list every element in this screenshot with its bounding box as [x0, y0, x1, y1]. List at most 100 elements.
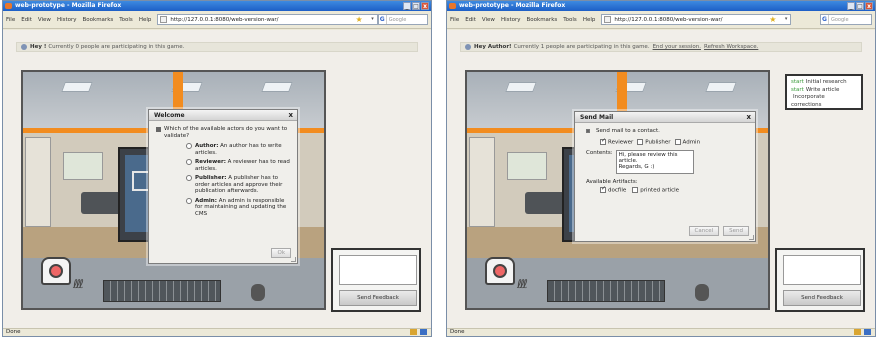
dialog-title: Welcome	[154, 112, 185, 119]
s-icon[interactable]	[864, 329, 871, 335]
telephone-icon	[41, 257, 71, 285]
nav-toolbar: File Edit View History Bookmarks Tools H…	[447, 11, 875, 29]
task-item[interactable]: Incorporate corrections	[791, 94, 857, 109]
checkbox-publisher[interactable]	[637, 138, 644, 145]
close-window-button[interactable]: x	[421, 2, 429, 10]
ceiling-light	[261, 82, 293, 92]
window-title: web-prototype - Mozilla Firefox	[15, 2, 122, 9]
actor-option-author[interactable]: Author: An author has to write articles.	[186, 143, 290, 156]
menu-edit[interactable]: Edit	[21, 17, 32, 23]
task-list: start Initial research start Write article…	[785, 74, 863, 110]
menu-edit[interactable]: Edit	[465, 17, 476, 23]
menu-view[interactable]: View	[482, 17, 495, 23]
title-bar: web-prototype - Mozilla Firefox _ □ x	[3, 1, 431, 11]
minimize-button[interactable]: _	[403, 2, 411, 10]
checkbox-reviewer[interactable]	[600, 138, 606, 145]
maximize-button[interactable]: □	[412, 2, 420, 10]
send-feedback-button[interactable]: Send Feedback	[339, 290, 417, 306]
keyboard	[547, 280, 665, 302]
artifacts-label: Available Artifacts:	[586, 178, 638, 185]
feedback-textarea[interactable]	[783, 255, 861, 285]
menu-bookmarks[interactable]: Bookmarks	[527, 17, 558, 23]
notice-greeting: Hey !	[30, 44, 47, 50]
radio-reviewer[interactable]	[186, 159, 192, 165]
actor-option-publisher[interactable]: Publisher: A publisher has to order arti…	[186, 175, 290, 195]
checkbox-admin[interactable]	[674, 138, 681, 145]
phone-cord: ℓℓℓ	[517, 277, 528, 291]
firefox-icon	[449, 3, 456, 9]
close-icon[interactable]: x	[288, 110, 293, 121]
task-start-link[interactable]: start	[791, 79, 804, 85]
task-start-link[interactable]: start	[791, 87, 804, 93]
question-icon	[156, 127, 161, 132]
browser-window-left: web-prototype - Mozilla Firefox _ □ x Fi…	[2, 0, 432, 337]
search-input[interactable]: G Google ⌕	[820, 14, 872, 25]
menu-bookmarks[interactable]: Bookmarks	[83, 17, 114, 23]
send-feedback-button[interactable]: Send Feedback	[783, 290, 861, 306]
menu-history[interactable]: History	[57, 17, 77, 23]
task-item[interactable]: start Initial research	[791, 79, 857, 87]
browser-window-right: web-prototype - Mozilla Firefox _ □ x Fi…	[446, 0, 876, 337]
contents-textarea[interactable]: Hi, please review this article. Regards,…	[615, 149, 694, 174]
wall-board	[63, 152, 103, 180]
nav-toolbar: File Edit View History Bookmarks Tools H…	[3, 11, 431, 29]
artifact-printed-article[interactable]: printed article	[632, 187, 679, 194]
menu-tools[interactable]: Tools	[119, 17, 133, 23]
google-icon[interactable]: G	[378, 15, 387, 24]
actor-option-admin[interactable]: Admin: An admin is responsible for maint…	[186, 197, 290, 218]
task-item[interactable]: start Write article	[791, 87, 857, 95]
chevron-down-icon[interactable]: ▾	[371, 16, 374, 22]
chevron-down-icon[interactable]: ▾	[785, 16, 788, 22]
url-bar[interactable]: http://127.0.0.1:8080/web-version-war/ ★…	[601, 14, 792, 25]
notice-text: Currently 1 people are participating in …	[513, 44, 650, 50]
radio-author[interactable]	[186, 143, 192, 149]
s-icon[interactable]	[420, 329, 427, 335]
status-text: Done	[6, 329, 21, 335]
bookmark-star-icon[interactable]: ★	[356, 15, 363, 25]
window-title: web-prototype - Mozilla Firefox	[459, 2, 566, 9]
close-icon[interactable]: x	[746, 112, 751, 123]
radio-admin[interactable]	[186, 197, 192, 204]
recipient-admin[interactable]: Admin	[674, 138, 700, 146]
menu-bar: File Edit View History Bookmarks Tools H…	[450, 17, 595, 23]
resize-handle[interactable]	[291, 257, 296, 262]
menu-history[interactable]: History	[501, 17, 521, 23]
menu-bar: File Edit View History Bookmarks Tools H…	[6, 17, 151, 23]
resize-handle[interactable]	[749, 235, 754, 240]
option-name: Reviewer:	[195, 159, 226, 165]
checkbox-docfile[interactable]	[600, 186, 606, 193]
refresh-workspace-link[interactable]: Refresh Workspace.	[704, 44, 758, 50]
cancel-button[interactable]: Cancel	[688, 226, 720, 236]
recipient-publisher[interactable]: Publisher	[637, 138, 671, 146]
actor-option-reviewer[interactable]: Reviewer: A reviewer has to read article…	[186, 159, 290, 172]
menu-view[interactable]: View	[38, 17, 51, 23]
menu-file[interactable]: File	[450, 17, 459, 23]
minimize-button[interactable]: _	[847, 2, 855, 10]
google-icon[interactable]: G	[821, 15, 829, 24]
addon-icon[interactable]	[854, 329, 861, 335]
send-button[interactable]: Send	[723, 226, 749, 236]
wall-board	[507, 152, 547, 180]
ok-button[interactable]: Ok	[271, 248, 291, 258]
feedback-textarea[interactable]	[339, 255, 417, 285]
ceiling-light	[505, 82, 537, 92]
search-input[interactable]: G Google ⌕	[377, 14, 428, 25]
menu-help[interactable]: Help	[139, 17, 152, 23]
recipient-reviewer[interactable]: Reviewer	[600, 138, 633, 146]
maximize-button[interactable]: □	[856, 2, 864, 10]
menu-file[interactable]: File	[6, 17, 15, 23]
bookmark-star-icon[interactable]: ★	[769, 15, 776, 25]
bookshelf	[469, 137, 495, 227]
menu-tools[interactable]: Tools	[563, 17, 577, 23]
radio-publisher[interactable]	[186, 175, 192, 181]
checkbox-printed-article[interactable]	[632, 187, 639, 193]
page-icon	[160, 16, 168, 23]
keyboard	[103, 280, 221, 302]
menu-help[interactable]: Help	[583, 17, 596, 23]
artifact-docfile[interactable]: docfile	[600, 186, 626, 194]
addon-icon[interactable]	[410, 329, 417, 335]
end-session-link[interactable]: End your session.	[653, 44, 701, 50]
close-window-button[interactable]: x	[865, 2, 873, 10]
title-bar: web-prototype - Mozilla Firefox _ □ x	[447, 1, 875, 11]
url-bar[interactable]: http://127.0.0.1:8080/web-version-war/ ★…	[157, 14, 378, 25]
